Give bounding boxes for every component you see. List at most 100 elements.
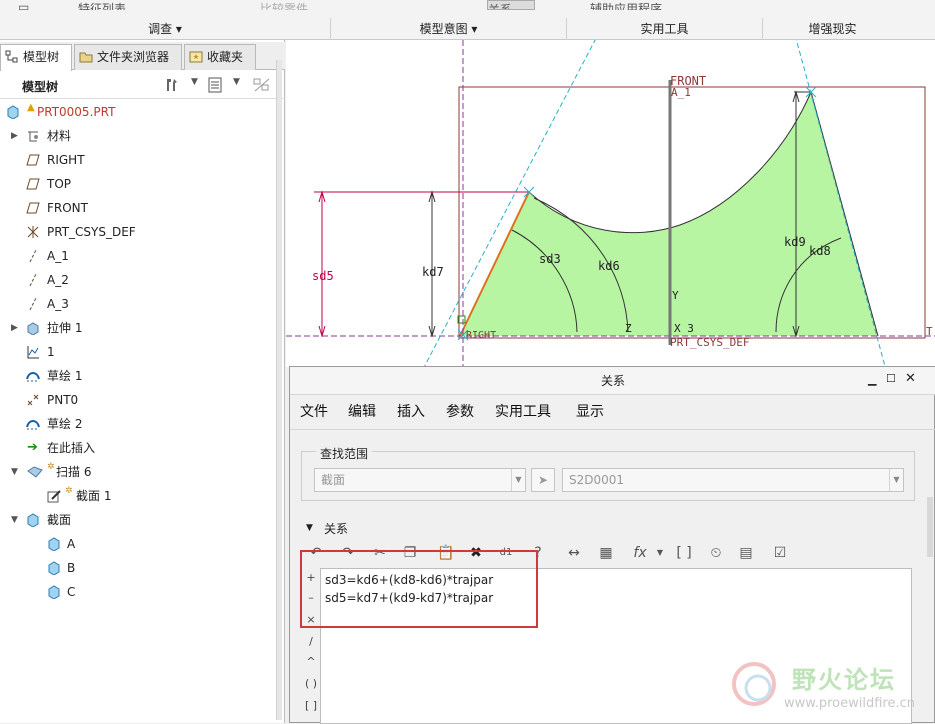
ribbon-icon[interactable]: ▭ <box>18 0 32 10</box>
sweep-icon <box>27 466 43 478</box>
tree-item-label: 1 <box>47 345 55 359</box>
lookup-object-value: S2D0001 <box>569 473 625 487</box>
aux-apps-button[interactable]: 辅助应用程序 <box>590 0 690 10</box>
group-model-intent[interactable]: 模型意图 ▾ <box>330 18 566 40</box>
chevron-down-icon[interactable]: ▼ <box>191 77 198 87</box>
filter-icon[interactable] <box>252 77 272 93</box>
menu-file[interactable]: 文件 <box>300 401 328 421</box>
tab-favorites[interactable]: 收藏夹 <box>184 44 256 70</box>
units-icon[interactable]: ▦ <box>596 543 616 563</box>
menu-insert[interactable]: 插入 <box>397 401 425 421</box>
coordinate-system-icon <box>27 226 39 238</box>
compare-parts-button[interactable]: 比较零件 <box>260 0 330 10</box>
tree-item-sketch[interactable]: 草绘 2 <box>0 412 285 436</box>
part-icon <box>7 105 19 119</box>
dim-sd5-label[interactable]: sd5 <box>312 269 334 283</box>
tree-item-label: PRT0005.PRT <box>37 105 116 119</box>
chevron-down-icon[interactable]: ▼ <box>650 543 670 563</box>
collapse-icon[interactable]: ▼ <box>11 508 21 532</box>
dim-kd9-label[interactable]: kd9 <box>784 235 806 249</box>
tree-item-label: A <box>67 537 76 551</box>
material-icon <box>28 131 38 142</box>
divide-button[interactable]: / <box>304 633 318 651</box>
brackets-button[interactable]: [ ] <box>304 697 318 715</box>
dim-kd8-label[interactable]: kd8 <box>809 244 831 258</box>
tree-item-label: 截面 1 <box>76 489 112 503</box>
brackets-icon[interactable]: [ ] <box>674 543 694 563</box>
tree-item-sketch[interactable]: 草绘 1 <box>0 364 285 388</box>
tree-item-label: 草绘 2 <box>47 417 83 431</box>
tree-item-datum-plane[interactable]: FRONT <box>0 196 285 220</box>
ribbon: ▭ 特征列表 比较零件 关系 辅助应用程序 调查 ▾ 模型意图 ▾ 实用工具 增… <box>0 0 935 40</box>
tree-item-sweep[interactable]: ▼ ✲ 扫描 6 <box>0 460 285 484</box>
tree-item-material[interactable]: ▶ 材料 <box>0 124 285 148</box>
minimize-icon[interactable]: ▁ <box>868 373 876 386</box>
function-icon[interactable]: fx <box>630 543 650 563</box>
tree-item-insert-here[interactable]: ➔ 在此插入 <box>0 436 285 460</box>
csys-y-label: Y <box>672 289 679 302</box>
tree-item-xsec[interactable]: A <box>0 532 285 556</box>
watermark-url: www.proewildfire.cn <box>784 696 915 711</box>
show-options-icon[interactable] <box>207 77 223 93</box>
parentheses-button[interactable]: ( ) <box>304 675 318 693</box>
chevron-down-icon: ▼ <box>889 469 903 491</box>
tree-item-label: A_3 <box>47 297 69 311</box>
lookup-type-select[interactable]: 截面 ▼ <box>314 468 526 492</box>
sketch-canvas[interactable]: FRONT A_1 sd5 kd7 sd3 kd6 kd9 kd8 Y Z X … <box>286 40 935 367</box>
verify-icon[interactable]: ⏲ <box>706 543 726 563</box>
menu-edit[interactable]: 编辑 <box>348 401 376 421</box>
group-investigate[interactable]: 调查 ▾ <box>0 18 330 40</box>
menu-parameters[interactable]: 参数 <box>446 401 474 421</box>
relations-button[interactable]: 关系 <box>487 0 535 10</box>
settings-tools-icon[interactable] <box>164 77 180 93</box>
collapse-icon[interactable]: ▼ <box>11 460 21 484</box>
tree-item-point[interactable]: PNT0 <box>0 388 285 412</box>
datum-plane-icon <box>26 202 40 214</box>
expand-icon[interactable]: ▶ <box>11 124 21 148</box>
check-icon[interactable]: ☑ <box>770 543 790 563</box>
group-utilities[interactable]: 实用工具 <box>566 18 762 40</box>
tree-item-axis[interactable]: A_1 <box>0 244 285 268</box>
menu-utilities[interactable]: 实用工具 <box>495 401 551 421</box>
power-button[interactable]: ^ <box>304 653 318 671</box>
warning-icon: ▲ <box>27 102 35 113</box>
dimension-icon[interactable]: ↔ <box>564 543 584 563</box>
tree-item-datum-plane[interactable]: TOP <box>0 172 285 196</box>
tree-item-section[interactable]: ✲ 截面 1 <box>0 484 285 508</box>
tab-model-tree[interactable]: 模型树 <box>0 44 72 71</box>
tree-item-datum-plane[interactable]: RIGHT <box>0 148 285 172</box>
menu-display[interactable]: 显示 <box>576 401 604 421</box>
sort-icon[interactable]: ▤ <box>736 543 756 563</box>
tree-item-label: 截面 <box>47 513 72 527</box>
lookup-object-select[interactable]: S2D0001 ▼ <box>562 468 904 492</box>
feature-list-button[interactable]: 特征列表 <box>78 0 138 10</box>
tree-item-extrude[interactable]: ▶ 拉伸 1 <box>0 316 285 340</box>
chevron-down-icon[interactable]: ▼ <box>233 77 240 87</box>
tree-item-csys[interactable]: PRT_CSYS_DEF <box>0 220 285 244</box>
select-arrow-button[interactable]: ➤ <box>531 468 555 492</box>
tree-item-label: A_2 <box>47 273 69 287</box>
expand-icon[interactable]: ▶ <box>11 316 21 340</box>
dim-kd7-label[interactable]: kd7 <box>422 265 444 279</box>
close-icon[interactable]: ✕ <box>905 371 916 386</box>
lookup-type-value: 截面 <box>321 473 346 487</box>
dim-sd3-label[interactable]: sd3 <box>539 252 561 266</box>
extrude-icon <box>27 322 39 335</box>
tree-scrollbar[interactable] <box>276 60 282 720</box>
relations-section-label: 关系 <box>324 522 349 536</box>
tree-item-axis[interactable]: A_3 <box>0 292 285 316</box>
tree-item-xsec[interactable]: C <box>0 580 285 604</box>
tree-item-xsec[interactable]: B <box>0 556 285 580</box>
dialog-scrollbar[interactable] <box>927 497 933 557</box>
tab-folder-browser[interactable]: 文件夹浏览器 <box>74 44 182 70</box>
tree-item-sections[interactable]: ▼ 截面 <box>0 508 285 532</box>
watermark: 野火论坛 www.proewildfire.cn <box>728 654 928 720</box>
collapse-icon[interactable]: ▼ <box>306 523 313 533</box>
group-augmented-reality[interactable]: 增强现实 <box>762 18 902 40</box>
tree-item-graph[interactable]: 1 <box>0 340 285 364</box>
tree-item-axis[interactable]: A_2 <box>0 268 285 292</box>
graphics-area[interactable]: FRONT A_1 sd5 kd7 sd3 kd6 kd9 kd8 Y Z X … <box>286 40 935 367</box>
dim-kd6-label[interactable]: kd6 <box>598 259 620 273</box>
tree-item-part[interactable]: ▲ PRT0005.PRT <box>0 100 285 124</box>
maximize-icon[interactable]: ☐ <box>886 372 896 385</box>
